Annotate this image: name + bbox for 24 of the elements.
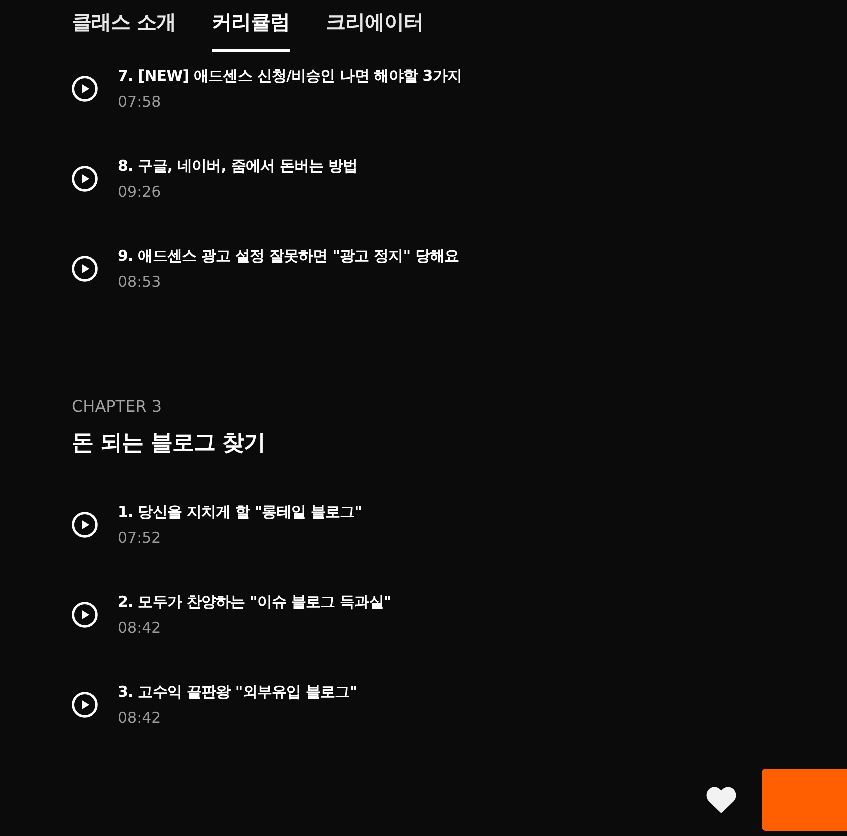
lesson-title[interactable]: 3. 고수익 끝판왕 "외부유입 블로그": [118, 680, 358, 704]
chapter-title: 돈 되는 블로그 찾기: [72, 430, 266, 458]
heart-icon: [706, 786, 737, 814]
lesson-title[interactable]: 7. [NEW] 애드센스 신청/비승인 나면 해야할 3가지: [118, 64, 462, 88]
play-icon[interactable]: [72, 76, 98, 102]
lesson-duration: 09:26: [118, 182, 162, 203]
play-icon[interactable]: [72, 692, 98, 718]
play-icon[interactable]: [72, 166, 98, 192]
lesson-title[interactable]: 1. 당신을 지치게 할 "롱테일 블로그": [118, 500, 362, 524]
lesson-duration: 07:58: [118, 92, 162, 113]
lesson-duration: 08:42: [118, 708, 162, 729]
lesson-title[interactable]: 9. 애드센스 광고 설정 잘못하면 "광고 정지" 당해요: [118, 244, 460, 268]
play-icon[interactable]: [72, 512, 98, 538]
tab[interactable]: 커리큘럼: [212, 0, 290, 52]
lesson-title[interactable]: 8. 구글, 네이버, 줌에서 돈버는 방법: [118, 154, 358, 178]
lesson-title[interactable]: 2. 모두가 찬양하는 "이슈 블로그 득과실": [118, 590, 392, 614]
play-icon[interactable]: [72, 602, 98, 628]
lesson-duration: 08:53: [118, 272, 162, 293]
tab[interactable]: 클래스 소개: [72, 0, 176, 52]
chapter-label: CHAPTER 3: [72, 397, 162, 417]
lesson-duration: 07:52: [118, 528, 162, 549]
lesson-duration: 08:42: [118, 618, 162, 639]
tab[interactable]: 크리에이터: [326, 0, 424, 52]
play-icon[interactable]: [72, 256, 98, 282]
